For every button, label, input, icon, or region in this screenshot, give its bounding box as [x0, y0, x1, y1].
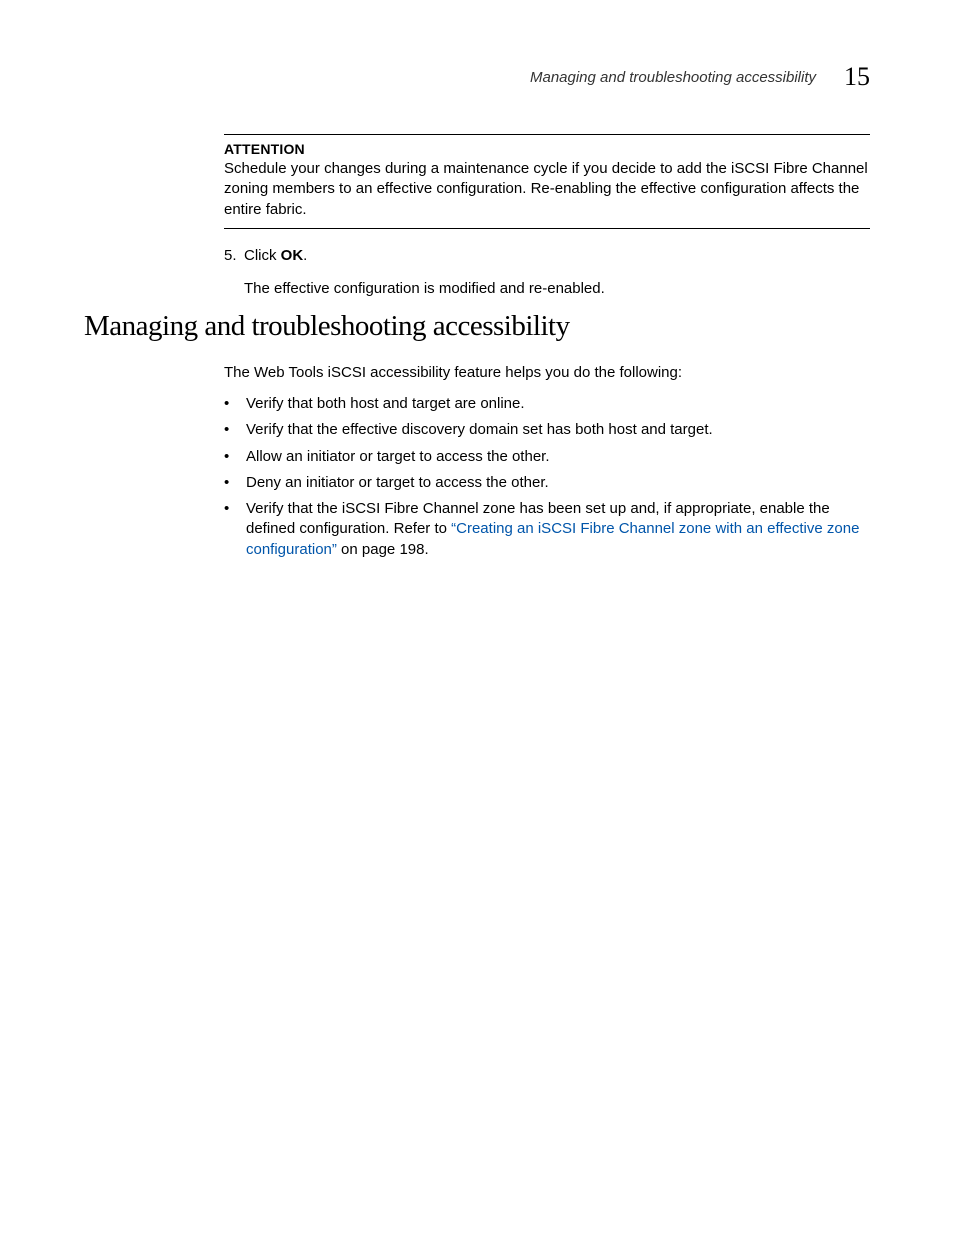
header-title: Managing and troubleshooting accessibili… — [530, 69, 816, 86]
list-item: • Verify that both host and target are o… — [224, 394, 870, 414]
bullet-icon: • — [224, 499, 246, 560]
bullet-icon: • — [224, 394, 246, 414]
bullet-icon: • — [224, 473, 246, 493]
list-item: • Verify that the iSCSI Fibre Channel zo… — [224, 499, 870, 560]
attention-box: ATTENTION Schedule your changes during a… — [224, 134, 870, 229]
section-heading: Managing and troubleshooting accessibili… — [84, 310, 570, 343]
chapter-number: 15 — [844, 62, 870, 92]
attention-label: ATTENTION — [224, 141, 870, 157]
bullet-text: Deny an initiator or target to access th… — [246, 473, 870, 493]
list-item: • Allow an initiator or target to access… — [224, 447, 870, 467]
attention-body: Schedule your changes during a maintenan… — [224, 159, 870, 220]
step-text: Click OK. — [244, 245, 870, 266]
bullet-icon: • — [224, 420, 246, 440]
step-prefix: Click — [244, 247, 281, 264]
bullet-text: Verify that both host and target are onl… — [246, 394, 870, 414]
bullet-text: Verify that the iSCSI Fibre Channel zone… — [246, 499, 870, 560]
step-suffix: . — [303, 247, 307, 264]
section-intro: The Web Tools iSCSI accessibility featur… — [224, 364, 870, 381]
main-content: ATTENTION Schedule your changes during a… — [224, 134, 870, 297]
bullet-list: • Verify that both host and target are o… — [224, 394, 870, 566]
list-item: • Deny an initiator or target to access … — [224, 473, 870, 493]
running-header: Managing and troubleshooting accessibili… — [530, 62, 870, 92]
list-item: • Verify that the effective discovery do… — [224, 420, 870, 440]
step-list: 5. Click OK. The effective configuration… — [224, 245, 870, 297]
step-bold: OK — [281, 247, 304, 264]
bullet-text: Verify that the effective discovery doma… — [246, 420, 870, 440]
bullet-text: Allow an initiator or target to access t… — [246, 447, 870, 467]
step-result: The effective configuration is modified … — [244, 280, 870, 297]
bullet-icon: • — [224, 447, 246, 467]
step-item: 5. Click OK. — [224, 245, 870, 266]
bullet-suffix: on page 198. — [337, 541, 429, 558]
step-number: 5. — [224, 245, 244, 266]
